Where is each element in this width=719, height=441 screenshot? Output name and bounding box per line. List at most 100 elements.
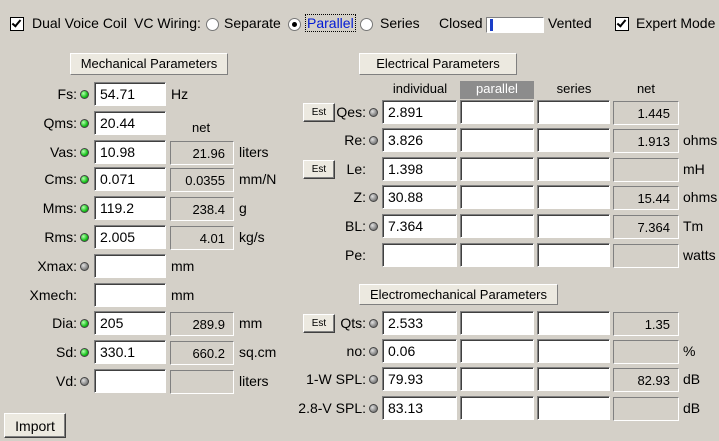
param-net-value <box>613 340 679 364</box>
mechanical-parameters-header[interactable]: Mechanical Parameters <box>70 53 228 75</box>
param-individual-input[interactable]: 30.88 <box>382 185 457 209</box>
param-unit: mH <box>683 161 705 177</box>
param-series-input[interactable] <box>537 185 610 209</box>
status-led-icon <box>80 90 89 99</box>
param-individual-input[interactable]: 2.533 <box>382 311 457 335</box>
param-parallel-input[interactable] <box>460 243 534 267</box>
param-individual-input[interactable]: 0.06 <box>382 339 457 363</box>
param-parallel-input[interactable] <box>460 128 534 152</box>
param-unit: % <box>683 343 696 359</box>
param-series-input[interactable] <box>537 214 610 238</box>
param-individual-input[interactable] <box>382 243 457 267</box>
param-unit: ohms <box>683 132 718 148</box>
param-parallel-input[interactable] <box>460 157 534 181</box>
param-label: Qts: <box>340 315 366 331</box>
param-input[interactable]: 205 <box>94 311 166 335</box>
param-individual-input[interactable]: 7.364 <box>382 214 457 238</box>
param-unit: Tm <box>683 218 704 234</box>
param-series-input[interactable] <box>537 128 610 152</box>
param-input[interactable]: 0.071 <box>94 167 166 191</box>
radio-separate-label[interactable]: Separate <box>224 15 281 31</box>
radio-parallel[interactable] <box>288 18 301 31</box>
checkmark-icon <box>616 17 627 28</box>
param-unit: liters <box>239 144 269 160</box>
param-label: Xmech: <box>29 287 77 303</box>
param-net-value <box>613 158 679 182</box>
param-input[interactable]: 119.2 <box>94 196 166 220</box>
param-unit: mm <box>171 258 195 274</box>
param-label: Qms: <box>43 115 77 131</box>
param-net-value: 82.93 <box>613 368 679 392</box>
status-led-icon <box>369 404 378 413</box>
param-series-input[interactable] <box>537 100 610 124</box>
status-led-icon <box>80 148 89 157</box>
param-series-input[interactable] <box>537 396 610 420</box>
param-series-input[interactable] <box>537 157 610 181</box>
param-parallel-input[interactable] <box>460 311 534 335</box>
param-net-value <box>613 397 679 421</box>
param-label: Z: <box>353 189 366 205</box>
param-label: Vas: <box>50 144 77 160</box>
param-parallel-input[interactable] <box>460 367 534 391</box>
param-label: Vd: <box>55 373 77 389</box>
dual-voice-coil-checkbox[interactable] <box>10 17 24 31</box>
status-led-icon <box>369 108 378 117</box>
status-led-icon <box>80 319 89 328</box>
param-label: BL: <box>344 218 366 234</box>
param-label: Le: <box>346 161 366 177</box>
param-input[interactable]: 20.44 <box>94 111 166 135</box>
radio-separate[interactable] <box>206 18 219 31</box>
radio-parallel-label[interactable]: Parallel <box>305 14 356 32</box>
param-parallel-input[interactable] <box>460 214 534 238</box>
enclosure-slider[interactable] <box>486 17 544 33</box>
column-header-net: net <box>636 81 656 96</box>
expert-mode-label: Expert Mode <box>636 15 716 31</box>
status-led-icon <box>369 347 378 356</box>
param-parallel-input[interactable] <box>460 339 534 363</box>
import-button[interactable]: Import <box>4 413 66 438</box>
electromechanical-parameters-header[interactable]: Electromechanical Parameters <box>359 284 558 305</box>
param-label: Cms: <box>44 171 77 187</box>
status-led-icon <box>80 204 89 213</box>
slider-thumb[interactable] <box>490 19 493 31</box>
expert-mode-checkbox[interactable] <box>615 17 629 31</box>
status-led-icon <box>80 348 89 357</box>
param-individual-input[interactable]: 3.826 <box>382 128 457 152</box>
param-parallel-input[interactable] <box>460 396 534 420</box>
param-series-input[interactable] <box>537 367 610 391</box>
param-label: Mms: <box>42 200 77 216</box>
param-parallel-input[interactable] <box>460 100 534 124</box>
status-led-icon <box>80 262 89 271</box>
param-individual-input[interactable]: 79.93 <box>382 367 457 391</box>
param-input[interactable]: 2.005 <box>94 225 166 249</box>
param-input[interactable]: 10.98 <box>94 140 166 164</box>
param-unit: mm/N <box>239 171 277 187</box>
param-individual-input[interactable]: 2.891 <box>382 100 457 124</box>
param-label: Rms: <box>44 229 77 245</box>
param-individual-input[interactable]: 83.13 <box>382 396 457 420</box>
param-parallel-input[interactable] <box>460 185 534 209</box>
param-input[interactable] <box>94 283 166 307</box>
param-individual-input[interactable]: 1.398 <box>382 157 457 181</box>
param-label: Fs: <box>57 86 77 102</box>
param-unit: kg/s <box>239 229 265 245</box>
param-input[interactable] <box>94 369 166 393</box>
param-series-input[interactable] <box>537 339 610 363</box>
param-input[interactable] <box>94 254 166 278</box>
param-net-value: 0.0355 <box>170 168 234 192</box>
param-input[interactable]: 330.1 <box>94 340 166 364</box>
radio-series-label[interactable]: Series <box>380 15 420 31</box>
column-header-parallel: parallel <box>460 81 534 99</box>
status-led-icon <box>80 119 89 128</box>
electrical-parameters-header[interactable]: Electrical Parameters <box>359 53 517 75</box>
status-led-icon <box>369 222 378 231</box>
radio-series[interactable] <box>360 18 373 31</box>
param-net-value: 1.35 <box>613 312 679 336</box>
closed-label: Closed <box>439 15 483 31</box>
status-led-icon <box>369 319 378 328</box>
param-unit: mm <box>239 315 263 331</box>
param-input[interactable]: 54.71 <box>94 82 166 106</box>
param-unit: liters <box>239 373 269 389</box>
param-series-input[interactable] <box>537 243 610 267</box>
param-series-input[interactable] <box>537 311 610 335</box>
